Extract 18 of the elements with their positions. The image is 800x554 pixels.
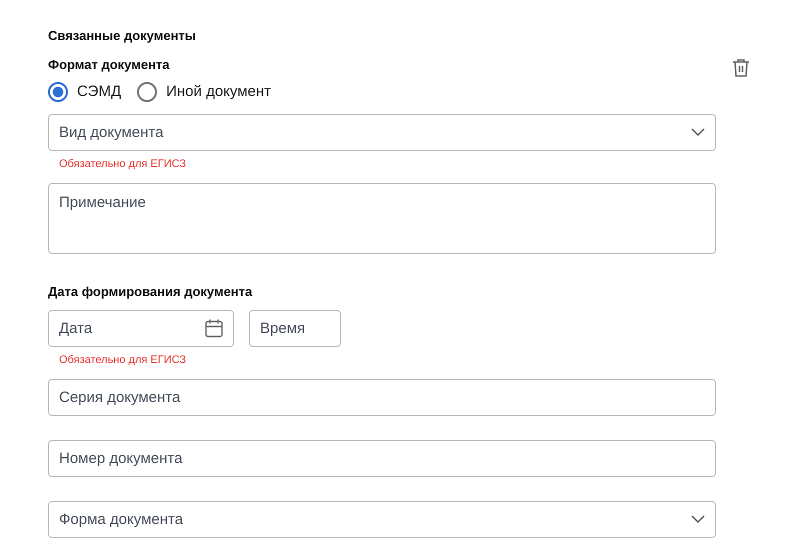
section-title: Связанные документы (48, 27, 196, 45)
text-area[interactable]: Примечание (48, 182, 716, 254)
chevron-down-icon (691, 128, 705, 136)
time-field[interactable]: Время (249, 310, 341, 346)
dropdown-field[interactable]: Вид документа (48, 114, 716, 150)
error-message: Обязательно для ЕГИСЗ (59, 156, 186, 170)
input-field[interactable]: Серия документа (48, 378, 716, 416)
radio-option[interactable]: Иной документ (137, 81, 272, 104)
error-message: Обязательно для ЕГИСЗ (59, 352, 186, 366)
radio-option[interactable]: СЭМД (48, 81, 122, 104)
chevron-down-icon (691, 515, 705, 523)
field-label: Дата формирования документа (48, 282, 252, 300)
calendar-icon[interactable] (205, 318, 223, 338)
dropdown-field[interactable]: Форма документа (48, 500, 716, 538)
date-field[interactable]: Дата (48, 310, 234, 346)
delete-icon[interactable] (732, 58, 750, 78)
field-label: Формат документа (48, 56, 170, 74)
input-field[interactable]: Номер документа (48, 440, 716, 476)
